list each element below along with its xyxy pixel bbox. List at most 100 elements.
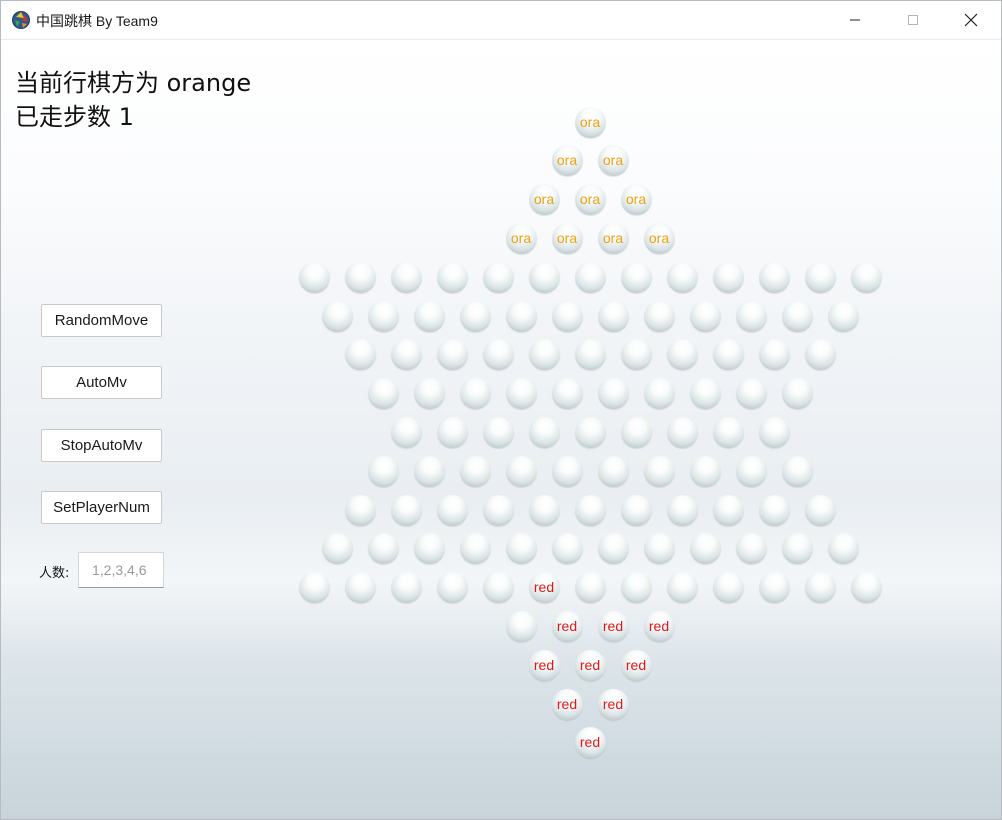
board-hole[interactable] <box>482 416 514 448</box>
board-hole[interactable] <box>390 416 422 448</box>
piece-red[interactable]: red <box>620 649 652 681</box>
piece-orange[interactable]: ora <box>551 145 583 177</box>
board-hole[interactable] <box>482 572 514 604</box>
board-hole[interactable] <box>643 378 675 410</box>
auto-move-button[interactable]: AutoMv <box>41 366 162 399</box>
board-hole[interactable] <box>528 261 560 293</box>
board-hole[interactable] <box>666 261 698 293</box>
board-hole[interactable] <box>666 494 698 526</box>
board-hole[interactable] <box>597 455 629 487</box>
board-hole[interactable] <box>643 300 675 332</box>
title-bar[interactable]: 中国跳棋 By Team9 <box>1 1 1001 40</box>
board-hole[interactable] <box>505 300 537 332</box>
board-hole[interactable] <box>482 494 514 526</box>
piece-orange[interactable]: ora <box>505 222 537 254</box>
board-hole[interactable] <box>735 300 767 332</box>
piece-red[interactable]: red <box>574 649 606 681</box>
board-hole[interactable] <box>850 572 882 604</box>
piece-red[interactable]: red <box>551 610 583 642</box>
board-hole[interactable] <box>436 339 468 371</box>
piece-orange[interactable]: ora <box>597 222 629 254</box>
board-hole[interactable] <box>597 378 629 410</box>
piece-orange[interactable]: ora <box>551 222 583 254</box>
board-hole[interactable] <box>459 300 491 332</box>
board-hole[interactable] <box>804 261 836 293</box>
board-hole[interactable] <box>597 300 629 332</box>
board-hole[interactable] <box>620 261 652 293</box>
board-hole[interactable] <box>298 261 330 293</box>
board-hole[interactable] <box>505 455 537 487</box>
board-hole[interactable] <box>574 261 606 293</box>
board-hole[interactable] <box>390 494 422 526</box>
board-hole[interactable] <box>735 378 767 410</box>
piece-red[interactable]: red <box>528 572 560 604</box>
piece-orange[interactable]: ora <box>620 184 652 216</box>
board-hole[interactable] <box>712 339 744 371</box>
board-hole[interactable] <box>689 455 721 487</box>
minimize-button[interactable] <box>826 1 884 39</box>
board-hole[interactable] <box>344 339 376 371</box>
piece-orange[interactable]: ora <box>574 184 606 216</box>
board-hole[interactable] <box>735 533 767 565</box>
board-hole[interactable] <box>367 300 399 332</box>
board-hole[interactable] <box>827 300 859 332</box>
board-hole[interactable] <box>574 416 606 448</box>
board-hole[interactable] <box>551 378 583 410</box>
board-hole[interactable] <box>689 533 721 565</box>
piece-red[interactable]: red <box>574 727 606 759</box>
board-hole[interactable] <box>321 533 353 565</box>
board-hole[interactable] <box>574 339 606 371</box>
board-hole[interactable] <box>528 494 560 526</box>
board-hole[interactable] <box>758 494 790 526</box>
board-hole[interactable] <box>574 572 606 604</box>
random-move-button[interactable]: RandomMove <box>41 304 162 337</box>
board-hole[interactable] <box>597 533 629 565</box>
board-hole[interactable] <box>551 300 583 332</box>
board-hole[interactable] <box>689 300 721 332</box>
board-hole[interactable] <box>827 533 859 565</box>
piece-orange[interactable]: ora <box>574 106 606 138</box>
board-hole[interactable] <box>321 300 353 332</box>
board-hole[interactable] <box>666 416 698 448</box>
board-hole[interactable] <box>298 572 330 604</box>
board-hole[interactable] <box>344 261 376 293</box>
board-hole[interactable] <box>781 300 813 332</box>
board-hole[interactable] <box>367 455 399 487</box>
board-hole[interactable] <box>413 378 445 410</box>
board-hole[interactable] <box>758 572 790 604</box>
board-hole[interactable] <box>620 572 652 604</box>
board-hole[interactable] <box>528 339 560 371</box>
board-hole[interactable] <box>551 533 583 565</box>
board-hole[interactable] <box>390 572 422 604</box>
board-hole[interactable] <box>459 455 491 487</box>
board-hole[interactable] <box>781 533 813 565</box>
board-hole[interactable] <box>344 572 376 604</box>
board-hole[interactable] <box>413 455 445 487</box>
board-hole[interactable] <box>413 300 445 332</box>
board-hole[interactable] <box>390 261 422 293</box>
board-hole[interactable] <box>850 261 882 293</box>
piece-red[interactable]: red <box>551 688 583 720</box>
board-hole[interactable] <box>712 261 744 293</box>
piece-orange[interactable]: ora <box>597 145 629 177</box>
piece-orange[interactable]: ora <box>643 222 675 254</box>
board-hole[interactable] <box>620 416 652 448</box>
board-hole[interactable] <box>436 494 468 526</box>
board-hole[interactable] <box>758 261 790 293</box>
board-hole[interactable] <box>712 572 744 604</box>
board-hole[interactable] <box>390 339 422 371</box>
board-hole[interactable] <box>528 416 560 448</box>
set-player-num-button[interactable]: SetPlayerNum <box>41 491 162 524</box>
board-hole[interactable] <box>551 455 583 487</box>
board-hole[interactable] <box>804 572 836 604</box>
piece-orange[interactable]: ora <box>528 184 560 216</box>
board-hole[interactable] <box>505 533 537 565</box>
board-hole[interactable] <box>620 339 652 371</box>
board-hole[interactable] <box>436 416 468 448</box>
board-hole[interactable] <box>505 378 537 410</box>
board-hole[interactable] <box>781 378 813 410</box>
board-hole[interactable] <box>436 572 468 604</box>
board-hole[interactable] <box>804 494 836 526</box>
board-hole[interactable] <box>436 261 468 293</box>
board-hole[interactable] <box>344 494 376 526</box>
